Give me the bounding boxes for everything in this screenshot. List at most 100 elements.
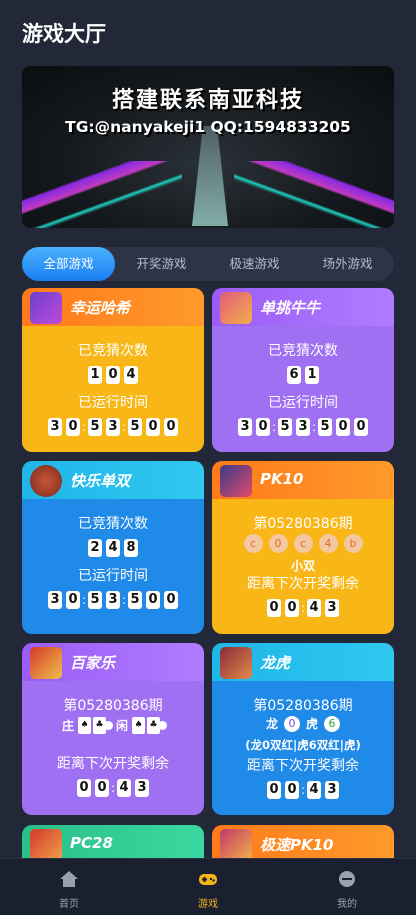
digit: 5 xyxy=(128,418,142,436)
digit: 4 xyxy=(106,539,120,557)
bet-count-label: 已竞猜次数 xyxy=(268,343,338,359)
nav-mine[interactable]: 我的 xyxy=(278,859,416,915)
card-header: 百家乐 xyxy=(22,643,204,681)
result-ball: b xyxy=(343,534,363,553)
game-card-pk10[interactable]: PK10 第05280386期 c0c4b 小双 距离下次开奖剩余 00:43 xyxy=(212,461,394,634)
bet-count-digits: 248 xyxy=(22,539,204,557)
tab-all-games[interactable]: 全部游戏 xyxy=(22,247,115,281)
game-avatar-icon xyxy=(220,647,252,679)
banner-decoration-right xyxy=(234,161,394,228)
digit: 0 xyxy=(106,366,120,384)
card-body: 第05280386期 庄 ♠ ♣ 闲 ♠ ♣ 距离下次开奖剩余 00:43 xyxy=(22,681,204,815)
nav-home-label: 首页 xyxy=(59,899,79,910)
nav-games-label: 游戏 xyxy=(198,899,218,910)
game-name: 极速PK10 xyxy=(260,836,334,854)
result-ball: c xyxy=(293,534,313,553)
digit: 3 xyxy=(48,591,62,609)
digit: 3 xyxy=(296,418,310,436)
game-card-lucky-hash[interactable]: 幸运哈希 已竞猜次数 104 已运行时间 30:53:500 xyxy=(22,288,204,452)
gamepad-icon xyxy=(199,874,217,885)
period-label: 第05280386期 xyxy=(253,698,353,714)
nav-games[interactable]: 游戏 xyxy=(139,859,277,915)
digit: 5 xyxy=(128,591,142,609)
digit: 0 xyxy=(77,779,91,797)
card-dot-icon xyxy=(104,721,113,730)
digit: 3 xyxy=(238,418,252,436)
game-card-odd-even[interactable]: 快乐单双 已竞猜次数 248 已运行时间 30:53:500 xyxy=(22,461,204,634)
game-avatar-icon xyxy=(220,829,252,861)
game-name: 幸运哈希 xyxy=(70,299,131,317)
app-header: 游戏大厅 xyxy=(0,0,416,62)
digit: 4 xyxy=(124,366,138,384)
digit: 3 xyxy=(325,599,339,617)
game-name: PK10 xyxy=(260,470,304,488)
promo-banner[interactable]: 搭建联系南亚科技 TG:@nanyakeji1 QQ:1594833205 xyxy=(22,66,394,228)
digit: 3 xyxy=(106,591,120,609)
game-category-tabs: 全部游戏 开奖游戏 极速游戏 场外游戏 xyxy=(22,247,394,281)
digit: 3 xyxy=(106,418,120,436)
bet-count-digits: 61 xyxy=(212,366,394,384)
game-avatar-icon xyxy=(220,292,252,324)
digit: 0 xyxy=(164,591,178,609)
card-header: PK10 xyxy=(212,461,394,499)
home-icon xyxy=(60,871,78,887)
digit: 4 xyxy=(307,599,321,617)
digit: 8 xyxy=(124,539,138,557)
period-label: 第05280386期 xyxy=(63,698,163,714)
digit: 2 xyxy=(88,539,102,557)
digit: 0 xyxy=(285,599,299,617)
digit: 0 xyxy=(285,781,299,799)
tab-lottery-games[interactable]: 开奖游戏 xyxy=(115,247,208,281)
card-header: 快乐单双 xyxy=(22,461,204,499)
result-balls: c0c4b xyxy=(212,534,394,553)
card-header: 单挑牛牛 xyxy=(212,288,394,326)
game-avatar-icon xyxy=(30,829,62,861)
game-name: PC28 xyxy=(70,834,113,852)
digit: 0 xyxy=(164,418,178,436)
digit: 0 xyxy=(336,418,350,436)
playing-card-icon: ♠ xyxy=(132,717,146,734)
digit: 1 xyxy=(88,366,102,384)
digit: 0 xyxy=(66,418,80,436)
digit: 0 xyxy=(267,599,281,617)
tiger-label: 虎 xyxy=(306,717,319,731)
banker-label: 庄 xyxy=(61,719,74,733)
bottom-navigation: 首页 游戏 我的 xyxy=(0,858,416,915)
game-card-dragon-tiger[interactable]: 龙虎 第05280386期 龙0虎6 (龙0双红|虎6双红|虎) 距离下次开奖剩… xyxy=(212,643,394,815)
tab-fast-games[interactable]: 极速游戏 xyxy=(208,247,301,281)
run-time-label: 已运行时间 xyxy=(78,395,148,411)
digit: 6 xyxy=(287,366,301,384)
game-name: 快乐单双 xyxy=(70,472,131,490)
run-time-digits: 30:53:500 xyxy=(212,418,394,436)
digit: 0 xyxy=(256,418,270,436)
digit: 4 xyxy=(117,779,131,797)
card-body: 第05280386期 龙0虎6 (龙0双红|虎6双红|虎) 距离下次开奖剩余 0… xyxy=(212,681,394,815)
digit: 5 xyxy=(88,591,102,609)
game-avatar-icon xyxy=(30,292,62,324)
game-name: 单挑牛牛 xyxy=(260,299,321,317)
countdown-label: 距离下次开奖剩余 xyxy=(57,756,169,772)
digit: 5 xyxy=(88,418,102,436)
result-ball: 0 xyxy=(268,534,288,553)
game-card-baccarat[interactable]: 百家乐 第05280386期 庄 ♠ ♣ 闲 ♠ ♣ 距离下次开奖剩余 00:43 xyxy=(22,643,204,815)
card-body: 已竞猜次数 248 已运行时间 30:53:500 xyxy=(22,499,204,634)
bet-count-label: 已竞猜次数 xyxy=(78,516,148,532)
card-body: 第05280386期 c0c4b 小双 距离下次开奖剩余 00:43 xyxy=(212,499,394,634)
countdown-label: 距离下次开奖剩余 xyxy=(247,758,359,774)
digit: 0 xyxy=(146,418,160,436)
period-label: 第05280386期 xyxy=(253,516,353,532)
card-header: 幸运哈希 xyxy=(22,288,204,326)
digit: 3 xyxy=(325,781,339,799)
card-header: 龙虎 xyxy=(212,643,394,681)
digit: 3 xyxy=(48,418,62,436)
digit: 0 xyxy=(354,418,368,436)
player-label: 闲 xyxy=(116,719,129,733)
banner-headline: 搭建联系南亚科技 xyxy=(111,88,304,113)
baccarat-result: 庄 ♠ ♣ 闲 ♠ ♣ xyxy=(22,717,204,734)
nav-home[interactable]: 首页 xyxy=(0,859,138,915)
dragon-label: 龙 xyxy=(265,717,278,731)
countdown-label: 距离下次开奖剩余 xyxy=(247,576,359,592)
card-dot-icon xyxy=(158,721,168,730)
game-card-niuniu[interactable]: 单挑牛牛 已竞猜次数 61 已运行时间 30:53:500 xyxy=(212,288,394,452)
tab-offsite-games[interactable]: 场外游戏 xyxy=(301,247,394,281)
